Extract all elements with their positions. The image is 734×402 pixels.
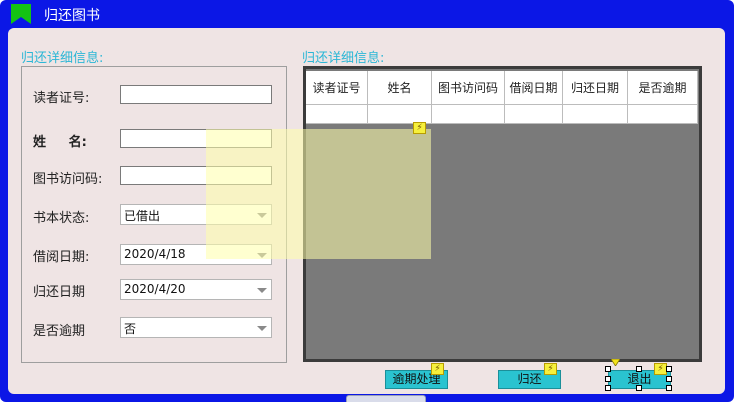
name-label: 姓 名:	[33, 135, 87, 150]
column-header-name[interactable]: 姓名	[368, 71, 432, 105]
return-date-picker[interactable]: 2020/4/20	[120, 279, 272, 300]
table-cell[interactable]	[432, 105, 505, 124]
resize-handle[interactable]	[636, 385, 642, 391]
column-header-book-code[interactable]: 图书访问码	[432, 71, 505, 105]
resize-handle[interactable]	[666, 366, 672, 372]
title-bar[interactable]: 归还图书	[0, 0, 734, 28]
table-cell[interactable]	[563, 105, 628, 124]
overdue-select[interactable]: 否	[120, 317, 272, 338]
overdue-label: 是否逾期	[33, 324, 86, 339]
table-cell[interactable]	[505, 105, 563, 124]
event-bolt-icon: ⚡	[431, 363, 444, 375]
return-date-label: 归还日期	[33, 285, 86, 300]
event-bolt-icon: ⚡	[413, 122, 426, 134]
table-cell[interactable]	[628, 105, 698, 124]
book-code-label: 图书访问码:	[33, 172, 103, 187]
resize-handle[interactable]	[605, 376, 611, 382]
grid-header: 读者证号 姓名 图书访问码 借阅日期 归还日期 是否逾期	[306, 71, 698, 105]
resize-handle[interactable]	[666, 376, 672, 382]
bookmark-icon	[11, 4, 31, 24]
table-cell[interactable]	[306, 105, 368, 124]
borrow-date-label: 借阅日期:	[33, 250, 90, 265]
bottom-tab[interactable]	[346, 395, 426, 402]
status-label: 书本状态:	[33, 211, 90, 226]
column-header-overdue[interactable]: 是否逾期	[628, 71, 698, 105]
selection-overlay	[206, 129, 431, 259]
left-section-title: 归还详细信息:	[21, 51, 104, 66]
form-client-area: 归还详细信息: 归还详细信息: 读者证号: 姓 名: 图书访问码: 书本状态: …	[8, 28, 725, 394]
status-value: 已借出	[124, 209, 161, 223]
chevron-down-icon[interactable]	[257, 288, 267, 293]
return-date-value: 2020/4/20	[124, 282, 186, 296]
resize-handle[interactable]	[605, 385, 611, 391]
overdue-value: 否	[124, 322, 137, 336]
column-header-reader-id[interactable]: 读者证号	[306, 71, 368, 105]
column-header-borrow-date[interactable]: 借阅日期	[505, 71, 563, 105]
anchor-triangle-icon	[611, 359, 620, 366]
column-header-return-date[interactable]: 归还日期	[563, 71, 628, 105]
reader-id-input[interactable]	[120, 85, 272, 104]
resize-handle[interactable]	[666, 385, 672, 391]
resize-handle[interactable]	[605, 366, 611, 372]
chevron-down-icon[interactable]	[257, 326, 267, 331]
table-row[interactable]	[306, 105, 698, 124]
event-bolt-icon: ⚡	[544, 363, 557, 375]
resize-handle[interactable]	[636, 366, 642, 372]
window-title: 归还图书	[44, 8, 100, 24]
right-section-title: 归还详细信息:	[302, 51, 385, 66]
app-window: 归还图书 归还详细信息: 归还详细信息: 读者证号: 姓 名: 图书访问码: 书…	[0, 0, 734, 402]
reader-id-label: 读者证号:	[33, 91, 90, 106]
borrow-date-value: 2020/4/18	[124, 247, 186, 261]
